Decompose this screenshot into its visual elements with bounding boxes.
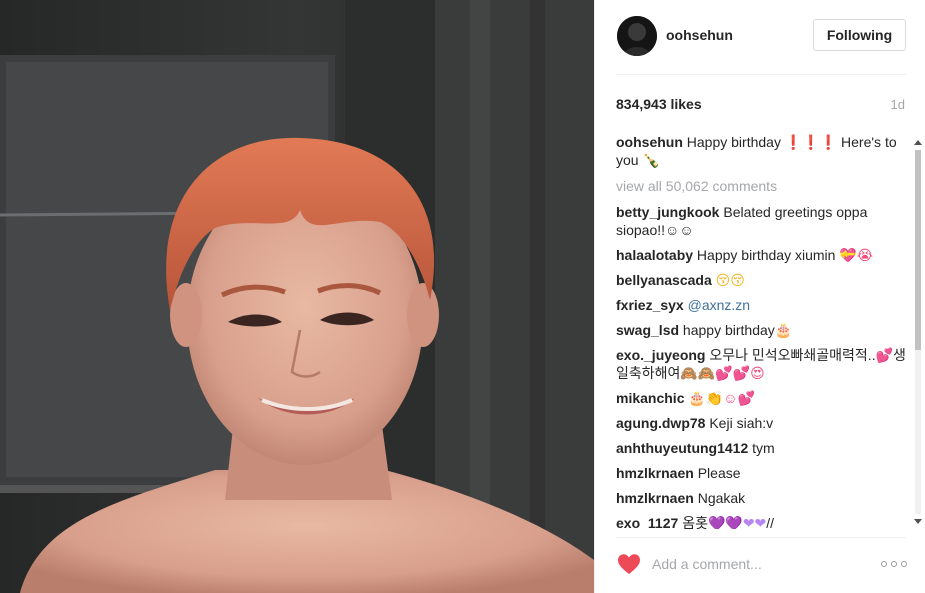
more-options-icon[interactable] (881, 560, 907, 568)
dot-icon (891, 561, 897, 567)
comment-item: hmzlkrnaen Please (616, 464, 908, 482)
comment-username[interactable]: anhthuyeutung1412 (616, 440, 748, 456)
comment-item: hmzlkrnaen Ngakak (616, 489, 908, 507)
comment-item: betty_jungkook Belated greetings oppa si… (616, 203, 908, 239)
comment-text: Please (697, 465, 741, 481)
comment-item: swag_lsd happy birthday🎂 (616, 321, 908, 339)
comments-scrollbar[interactable] (910, 138, 925, 526)
dot-icon (901, 561, 907, 567)
comment-username[interactable]: bellyanascada (616, 272, 712, 288)
cake-emoji: 🎂 (774, 322, 793, 338)
comment-item: halaalotaby Happy birthday xiumin 💝😭 (616, 246, 908, 264)
comment-username[interactable]: hmzlkrnaen (616, 490, 694, 506)
likes-count[interactable]: 834,943 likes (616, 96, 702, 112)
comment-username[interactable]: mikanchic (616, 390, 684, 406)
comment-username[interactable]: agung.dwp78 (616, 415, 705, 431)
dot-icon (881, 561, 887, 567)
comment-text: 오무나 민석오빠쇄골매력적.. (709, 347, 876, 363)
post-side-panel: oohsehun Following 834,943 likes 1d oohs… (594, 0, 925, 593)
comment-item: exo_1127 옴홋💜💜❤❤// (616, 514, 908, 529)
exclamation-emoji: ❗❗❗ (784, 134, 838, 150)
comment-username[interactable]: betty_jungkook (616, 204, 719, 220)
comment-mention[interactable]: @axnz.zn (688, 297, 750, 313)
comment-text: happy birthday (682, 322, 775, 338)
comment-username[interactable]: exo._juyeong (616, 347, 705, 363)
heart-icon[interactable] (617, 553, 641, 575)
comment-item: fxriez_syx @axnz.zn (616, 296, 908, 314)
scroll-up-icon[interactable] (914, 140, 922, 145)
divider (616, 74, 906, 75)
comment-text: Keji siah:v (709, 415, 774, 431)
view-all-comments-link[interactable]: view all 50,062 comments (616, 177, 908, 195)
comment-item: anhthuyeutung1412 tym (616, 439, 908, 457)
emoji-group: 🙈🙈💕💕😍 (680, 365, 765, 381)
comment-item: exo._juyeong 오무나 민석오빠쇄골매력적..💕생일축하해여🙈🙈💕💕😍 (616, 346, 908, 382)
comment-text: tym (752, 440, 775, 456)
emoji-group: 😚😚 (715, 272, 745, 288)
scroll-down-icon[interactable] (914, 519, 922, 524)
comment-text-2: // (766, 515, 775, 529)
emoji-group: 💝😭 (839, 247, 874, 263)
following-button[interactable]: Following (813, 19, 906, 51)
comments-list[interactable]: oohsehun Happy birthday ❗❗❗ Here's to yo… (616, 133, 908, 529)
post-username[interactable]: oohsehun (666, 27, 733, 43)
comment-item: agung.dwp78 Keji siah:v (616, 414, 908, 432)
add-comment-input[interactable] (652, 553, 862, 575)
photo-image (0, 0, 594, 593)
avatar[interactable] (617, 16, 657, 56)
champagne-emoji: 🍾 (642, 152, 660, 168)
caption-username[interactable]: oohsehun (616, 134, 683, 150)
comment-username[interactable]: fxriez_syx (616, 297, 684, 313)
divider (616, 537, 906, 538)
caption-text: Happy birthday (686, 134, 781, 150)
post-time[interactable]: 1d (891, 97, 905, 112)
comment-text: Happy birthday xiumin (696, 247, 836, 263)
comment-text: 옴홋 (682, 515, 708, 529)
post-header: oohsehun Following (595, 0, 925, 74)
comment-item: bellyanascada 😚😚 (616, 271, 908, 289)
comment-username[interactable]: halaalotaby (616, 247, 693, 263)
emoji-group: 🎂👏☺💕 (688, 390, 755, 406)
avatar-image (617, 16, 657, 56)
comment-username[interactable]: swag_lsd (616, 322, 679, 338)
comment-text: Ngakak (697, 490, 746, 506)
post-photo[interactable] (0, 0, 594, 593)
comment-username[interactable]: hmzlkrnaen (616, 465, 694, 481)
scroll-thumb[interactable] (915, 150, 921, 350)
emoji-group: 💕 (875, 347, 894, 363)
heart-emoji-group: 💜💜❤❤ (707, 515, 767, 529)
comment-item: mikanchic 🎂👏☺💕 (616, 389, 908, 407)
caption: oohsehun Happy birthday ❗❗❗ Here's to yo… (616, 133, 908, 169)
instagram-post-viewer: oohsehun Following 834,943 likes 1d oohs… (0, 0, 925, 593)
comment-username[interactable]: exo_1127 (616, 515, 678, 529)
